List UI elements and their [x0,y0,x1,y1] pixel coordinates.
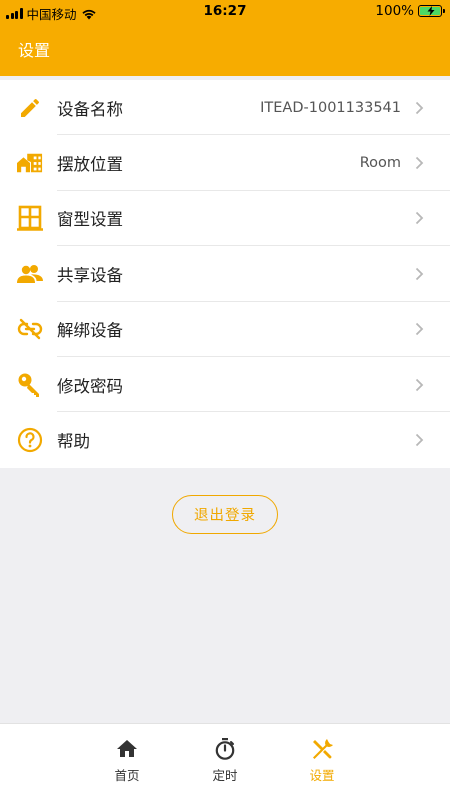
link-off-icon [17,316,43,342]
settings-item-label: 设备名称 [57,99,123,119]
tab-timer[interactable]: 定时 [185,724,265,800]
settings-item-label: 摆放位置 [57,155,123,175]
tab-label: 设置 [309,768,335,783]
timer-icon [215,738,235,760]
building-icon [17,150,43,176]
settings-item-label: 窗型设置 [57,210,123,230]
chevron-right-icon [415,101,424,114]
tab-label: 首页 [114,768,140,783]
pencil-icon [17,95,43,121]
device-name-value: ITEAD-1001133541 [260,99,401,116]
settings-item-device-name[interactable]: 设备名称 ITEAD-1001133541 [0,80,450,136]
tab-label: 定时 [212,768,238,783]
page-title: 设置 [18,41,51,60]
key-icon [17,372,43,398]
chevron-right-icon [415,323,424,336]
help-icon [17,427,43,453]
settings-list: 设备名称 ITEAD-1001133541 摆放位置 Room 窗型设置 共享设… [0,80,450,468]
chevron-right-icon [415,433,424,447]
settings-item-placement[interactable]: 摆放位置 Room [0,135,450,191]
settings-item-share-device[interactable]: 共享设备 [0,246,450,302]
people-icon [17,261,43,287]
settings-item-window-type[interactable]: 窗型设置 [0,191,450,247]
battery-percent: 100% [375,3,414,19]
settings-item-label: 帮助 [57,432,90,452]
chevron-right-icon [415,156,424,170]
settings-item-label: 修改密码 [57,376,123,396]
settings-item-change-password[interactable]: 修改密码 [0,357,450,413]
tools-icon [313,739,333,759]
chevron-right-icon [415,378,424,391]
battery-icon [418,5,445,17]
status-bar: 中国移动 16:27 100% [0,0,450,24]
home-icon [117,740,137,757]
chevron-right-icon [415,267,424,280]
settings-item-label: 共享设备 [57,265,123,285]
logout-button[interactable]: 退出登录 [172,495,278,534]
tab-bar: 首页 定时 设置 [0,723,450,800]
placement-value: Room [359,155,401,172]
settings-item-label: 解绑设备 [57,321,123,341]
window-icon [17,205,43,232]
app-header: 中国移动 16:27 100% 设置 [0,0,450,76]
settings-item-unbind-device[interactable]: 解绑设备 [0,302,450,357]
tab-home[interactable]: 首页 [87,724,167,800]
settings-item-help[interactable]: 帮助 [0,412,450,467]
status-right: 100% [375,3,445,19]
chevron-right-icon [415,212,424,225]
tab-settings[interactable]: 设置 [282,724,362,800]
